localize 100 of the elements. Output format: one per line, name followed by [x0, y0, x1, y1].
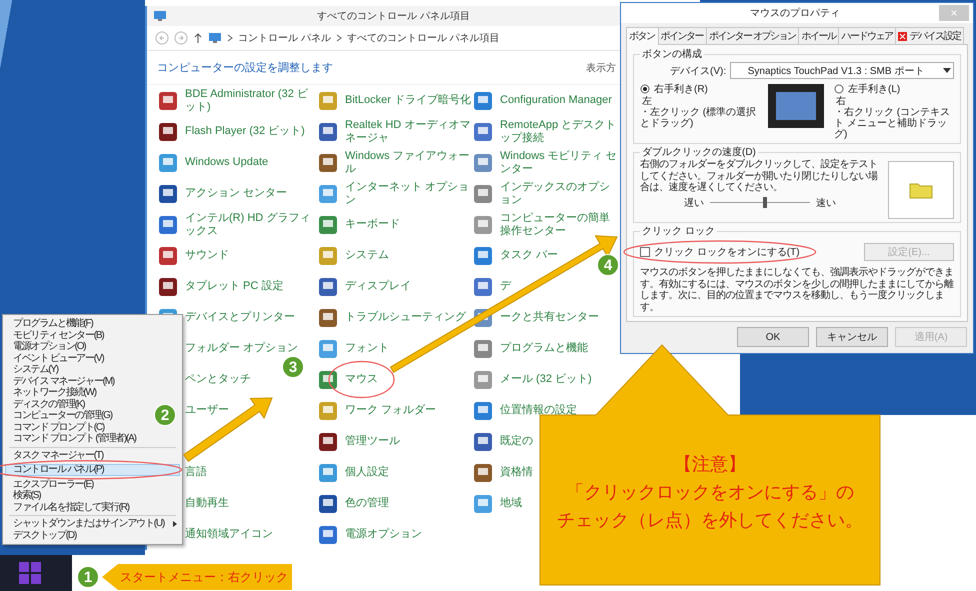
breadcrumb-item[interactable]: コントロール パネル [238, 31, 331, 45]
settings-item-icon[interactable] [157, 244, 179, 266]
note-title: 【注意】 [674, 453, 746, 476]
settings-item[interactable]: フォント [345, 342, 389, 355]
settings-item[interactable]: システム [345, 249, 389, 262]
settings-item-icon[interactable] [157, 90, 179, 112]
menu-item[interactable]: コンピューターの管理(G) [5, 410, 112, 422]
settings-item[interactable]: ークと共有センター [500, 311, 599, 324]
menu-item[interactable]: コマンド プロンプト(C) [5, 422, 104, 433]
settings-item[interactable]: BitLocker ドライブ暗号化 [345, 94, 471, 107]
settings-item[interactable]: Flash Player (32 ビット) [185, 125, 305, 138]
settings-item[interactable]: Windows モビリティ センター [500, 150, 620, 176]
tab[interactable]: デバイス設定 [895, 27, 964, 44]
window-title: すべてのコントロール パネル項目 [316, 10, 471, 23]
menu-item[interactable]: ディスクの管理(K) [5, 398, 84, 410]
radio-button[interactable] [640, 84, 650, 94]
menu-item[interactable]: デバイス マネージャー(M) [5, 376, 114, 387]
menu-item[interactable]: イベント ビューアー(V) [5, 352, 104, 364]
radio-button[interactable] [834, 84, 844, 94]
settings-item[interactable]: ワーク フォルダー [345, 404, 436, 417]
menu-item[interactable]: ネットワーク接続(W) [5, 387, 96, 398]
view-label[interactable]: 表示方 [586, 60, 616, 74]
menu-item[interactable]: プログラムと機能(F) [5, 318, 93, 330]
settings-item[interactable]: ユーザー [185, 404, 229, 417]
slider-thumb[interactable] [763, 196, 767, 208]
settings-item[interactable]: 通知領域アイコン [185, 528, 273, 541]
settings-item[interactable]: プログラムと機能 [500, 342, 588, 355]
menu-item[interactable]: コントロール パネル(P) [5, 464, 180, 476]
settings-item[interactable]: Windows Update [185, 156, 268, 169]
settings-item[interactable]: キーボード [345, 218, 400, 231]
settings-item[interactable]: 位置情報の設定 [500, 404, 577, 417]
settings-item-icon[interactable] [317, 152, 339, 174]
settings-item[interactable]: メール (32 ビット) [500, 373, 592, 386]
group-label: ダブルクリックの速度(D) [641, 146, 757, 158]
settings-item[interactable]: アクション センター [185, 187, 288, 200]
menu-item[interactable]: タスク マネージャー(T) [5, 450, 103, 461]
menu-item[interactable]: ファイル名を指定して実行(R) [5, 502, 129, 513]
breadcrumb-item[interactable]: すべてのコントロール パネル項目 [346, 31, 500, 45]
settings-item[interactable]: ペンとタッチ [185, 373, 251, 386]
menu-item[interactable]: デスクトップ(D) [5, 530, 76, 541]
settings-item[interactable]: デ [500, 280, 511, 293]
radio-label[interactable]: 右手利き(R) [654, 82, 708, 96]
settings-item-icon[interactable] [317, 492, 339, 514]
settings-item[interactable]: 自動再生 [185, 497, 229, 510]
checkbox[interactable] [640, 247, 650, 257]
settings-item[interactable]: ディスプレイ [345, 280, 411, 293]
menu-item[interactable]: 電源オプション(O) [5, 341, 86, 352]
dialog-button[interactable]: OK [737, 327, 809, 347]
settings-item[interactable]: BDE Administrator (32 ビット) [185, 88, 317, 114]
radio-label[interactable]: 左手利き(L) [848, 82, 900, 96]
settings-item-icon[interactable] [317, 524, 339, 546]
windows-logo-icon[interactable] [18, 561, 42, 585]
settings-item[interactable]: RemoteApp とデスクトップ接続 [500, 118, 620, 144]
settings-item-icon[interactable] [472, 430, 494, 452]
settings-item[interactable]: タスク バー [500, 249, 558, 262]
menu-item[interactable]: 検索(S) [5, 490, 40, 502]
settings-item[interactable]: Configuration Manager [500, 94, 612, 107]
settings-item[interactable]: デバイスとプリンター [185, 311, 295, 324]
settings-item[interactable]: フォルダー オプション [185, 342, 298, 355]
settings-item[interactable]: 既定の [500, 435, 533, 448]
menu-item[interactable]: シャットダウンまたはサインアウト(U) [5, 518, 180, 530]
menu-item[interactable]: システム(Y) [5, 364, 58, 376]
settings-item[interactable]: 資格情 [500, 466, 533, 479]
settings-item[interactable]: インデックスのオプション [500, 180, 620, 206]
button-description: ・右クリック (コンテキスト メニューと補助ドラッグ) [834, 107, 952, 140]
dialog-button[interactable]: キャンセル [816, 327, 888, 347]
settings-item-icon[interactable] [317, 306, 339, 328]
settings-item[interactable]: トラブルシューティング [345, 311, 466, 324]
settings-item[interactable]: インテル(R) HD グラフィックス [185, 212, 317, 238]
up-arrow-icon[interactable] [193, 32, 203, 44]
settings-item[interactable]: サウンド [185, 249, 229, 262]
settings-item-icon[interactable] [157, 182, 179, 204]
menu-item[interactable]: エクスプローラー(E) [5, 478, 94, 490]
device-dropdown[interactable]: Synaptics TouchPad V1.3 : SMB ポート [730, 62, 954, 79]
settings-item[interactable]: 電源オプション [345, 528, 422, 541]
tab[interactable]: ボタン [626, 27, 658, 45]
settings-item[interactable]: 個人設定 [345, 466, 389, 479]
settings-item[interactable]: 言語 [185, 466, 207, 479]
menu-item[interactable]: モビリティ センター(B) [5, 330, 104, 341]
settings-item-icon[interactable] [317, 120, 339, 142]
settings-item[interactable]: コンピューターの簡単操作センター [500, 212, 620, 238]
settings-item-icon[interactable] [472, 276, 494, 298]
menu-item[interactable]: コマンド プロンプト (管理者)(A) [5, 433, 136, 444]
settings-item[interactable]: Windows ファイアウォール [345, 150, 472, 176]
settings-item-icon[interactable] [317, 430, 339, 452]
settings-item[interactable]: 管理ツール [345, 435, 400, 448]
settings-item-icon[interactable] [317, 276, 339, 298]
settings-item-icon[interactable] [472, 462, 494, 484]
checkbox-label[interactable]: クリック ロックをオンにする(T) [654, 245, 800, 259]
settings-item-icon[interactable] [157, 214, 179, 236]
speed-slider[interactable] [710, 196, 810, 208]
settings-item[interactable]: Realtek HD オーディオマネージャ [345, 118, 472, 144]
settings-item[interactable]: マウス [345, 373, 378, 386]
settings-item-icon[interactable] [157, 276, 179, 298]
settings-item[interactable]: 地域 [500, 497, 522, 510]
settings-item[interactable]: タブレット PC 設定 [185, 280, 284, 293]
settings-item[interactable]: インターネット オプション [345, 180, 472, 206]
settings-item-icon[interactable] [157, 120, 179, 142]
settings-item-icon[interactable] [472, 120, 494, 142]
settings-item[interactable]: 色の管理 [345, 497, 389, 510]
